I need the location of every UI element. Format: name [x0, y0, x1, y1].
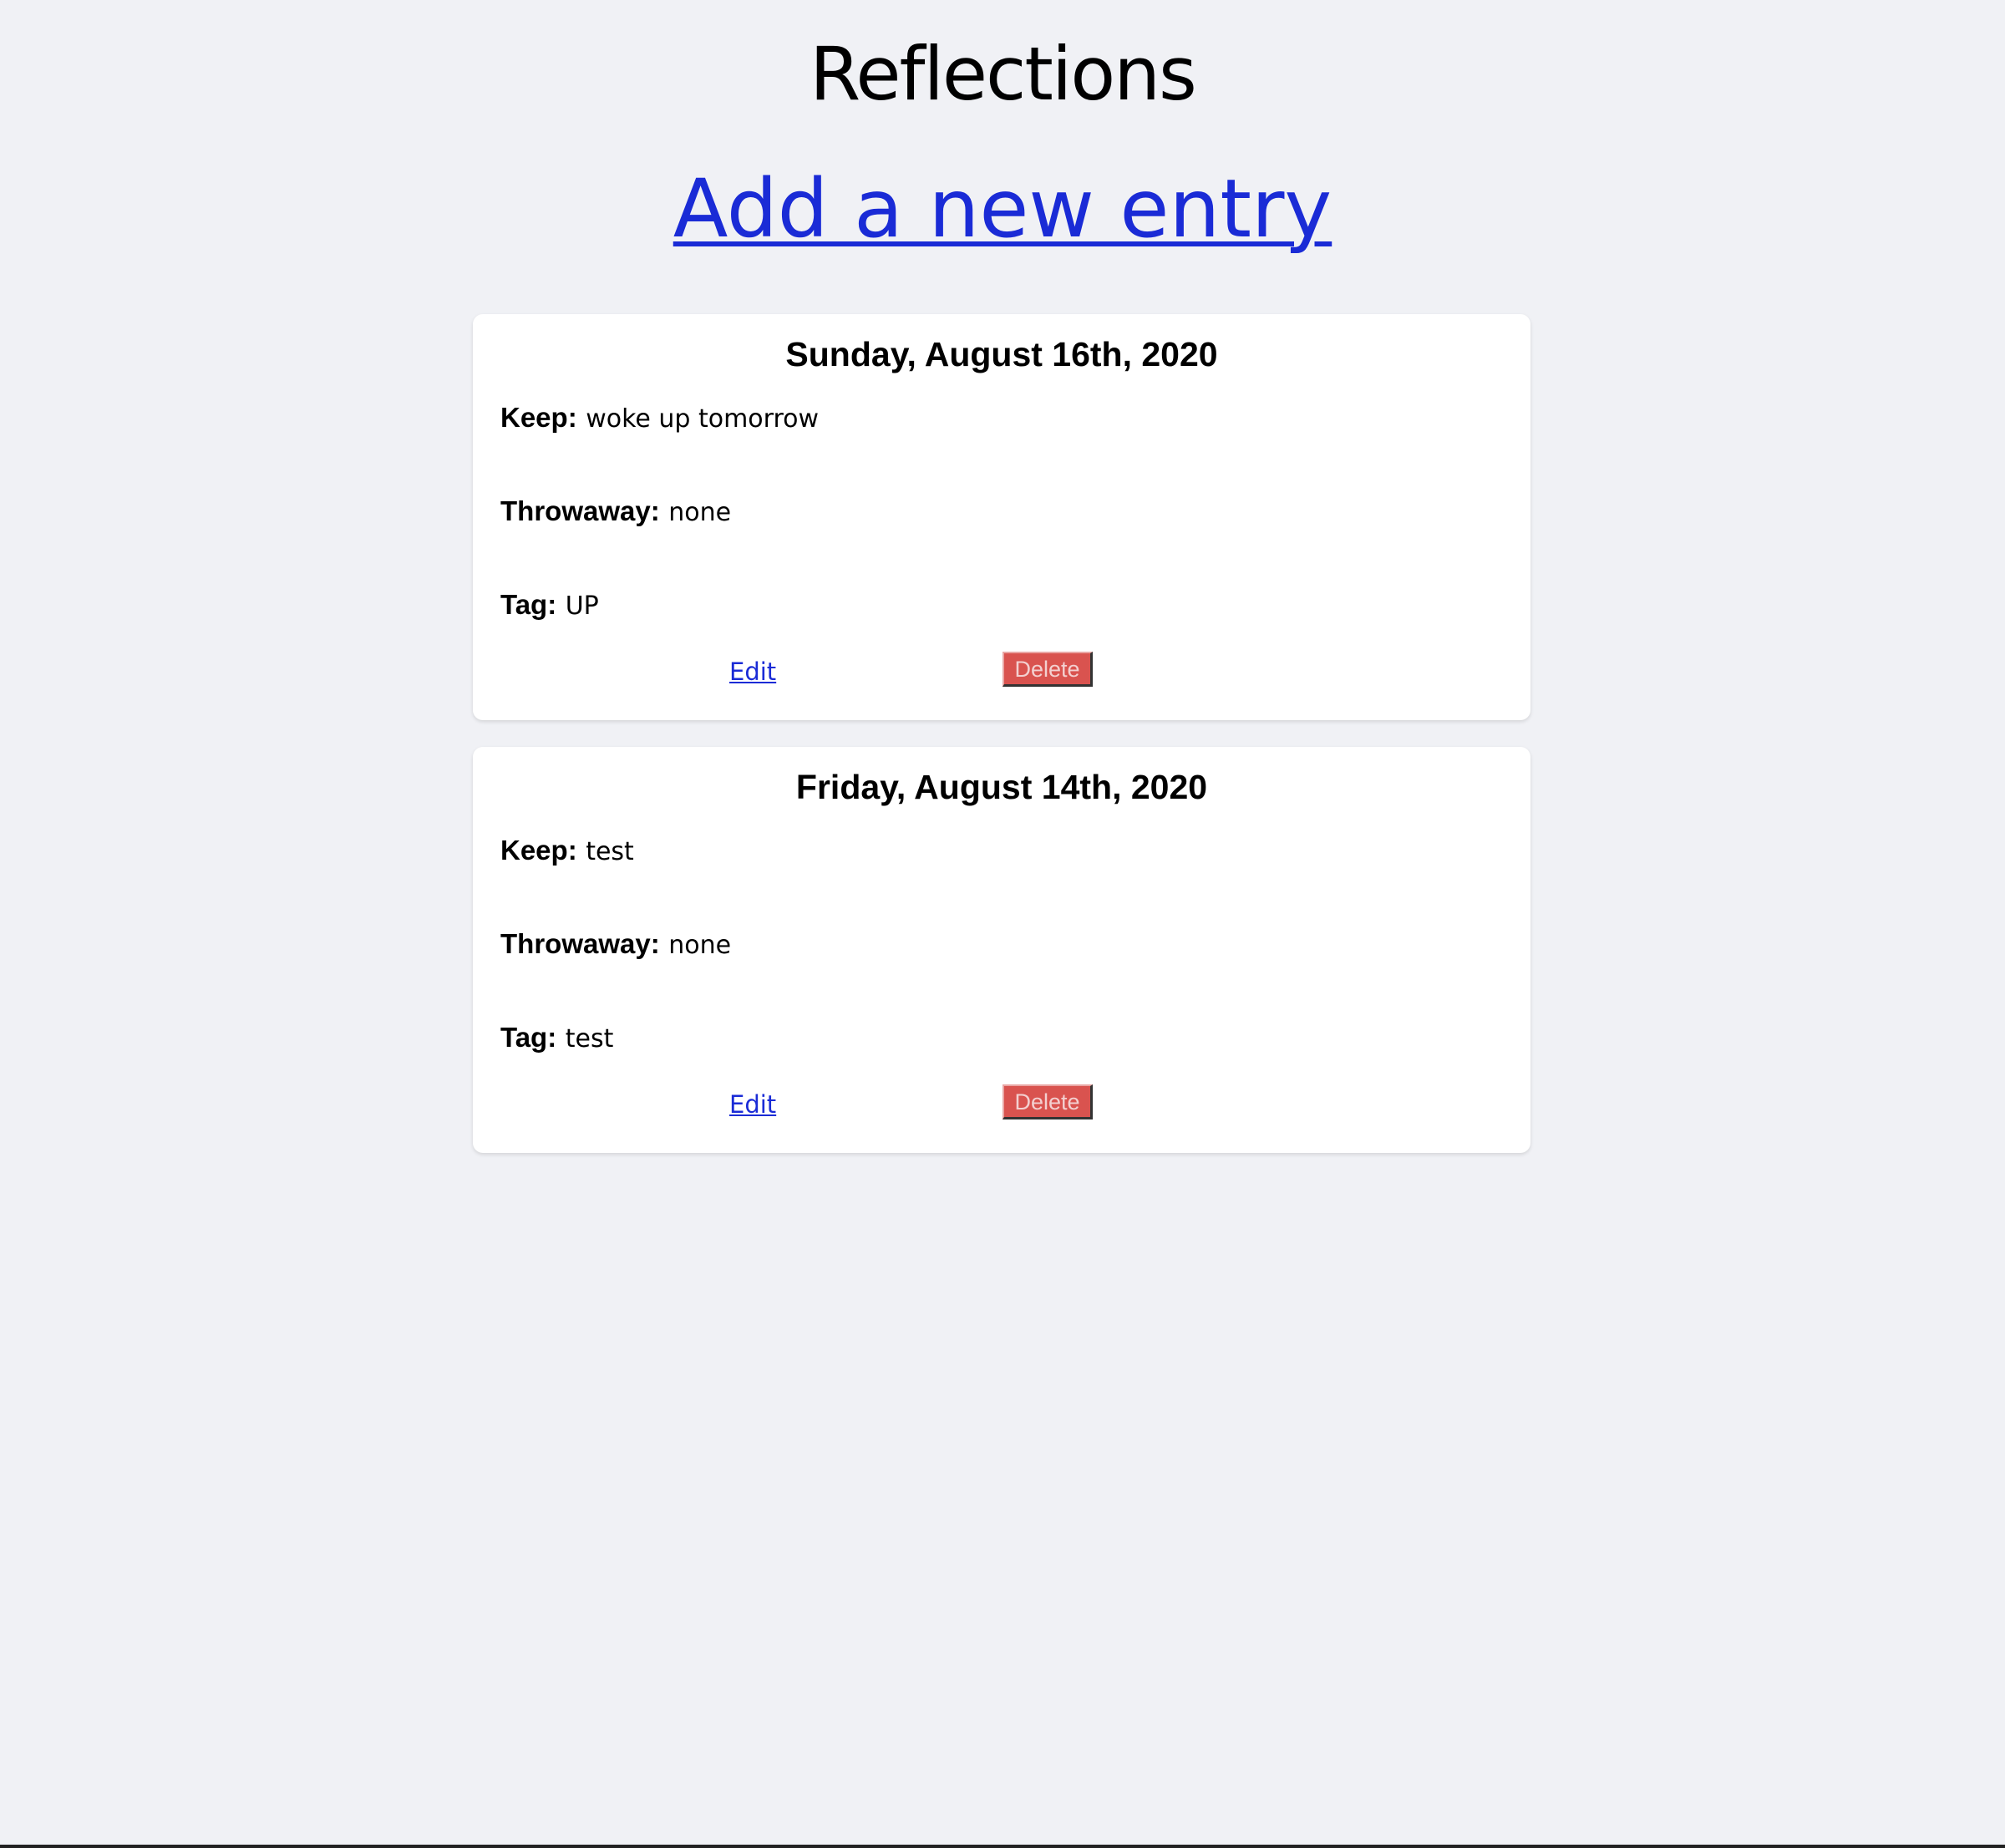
keep-label: Keep: — [500, 835, 577, 866]
entry-throwaway: Throwaway: none — [500, 926, 731, 964]
entry-keep: Keep: woke up tomorrow — [500, 399, 819, 438]
tag-value: test — [565, 1024, 614, 1053]
tag-label: Tag: — [500, 589, 557, 620]
delete-button[interactable]: Delete — [1002, 652, 1093, 687]
throwaway-value: none — [668, 498, 732, 527]
bottom-border — [0, 1845, 2005, 1848]
page-title: Reflections — [810, 31, 1197, 117]
tag-label: Tag: — [500, 1022, 557, 1053]
entries-list: Sunday, August 16th, 2020 Keep: woke up … — [473, 314, 1530, 1180]
entry-card: Friday, August 14th, 2020 Keep: test Thr… — [473, 747, 1530, 1153]
entry-card: Sunday, August 16th, 2020 Keep: woke up … — [473, 314, 1530, 720]
keep-label: Keep: — [500, 402, 577, 433]
throwaway-label: Throwaway: — [500, 928, 660, 959]
throwaway-value: none — [668, 931, 732, 960]
keep-value: test — [586, 837, 634, 866]
entry-throwaway: Throwaway: none — [500, 493, 731, 531]
entry-date: Sunday, August 16th, 2020 — [785, 335, 1218, 373]
add-new-entry-link[interactable]: Add a new entry — [0, 155, 2005, 263]
entry-date: Friday, August 14th, 2020 — [795, 768, 1208, 806]
entry-tag: Tag: test — [500, 1019, 613, 1058]
keep-value: woke up tomorrow — [586, 404, 820, 434]
edit-link[interactable]: Edit — [729, 655, 776, 688]
tag-value: UP — [565, 591, 599, 621]
entry-keep: Keep: test — [500, 832, 634, 871]
delete-button[interactable]: Delete — [1002, 1084, 1093, 1119]
throwaway-label: Throwaway: — [500, 495, 660, 526]
entry-tag: Tag: UP — [500, 586, 599, 625]
edit-link[interactable]: Edit — [729, 1088, 776, 1121]
